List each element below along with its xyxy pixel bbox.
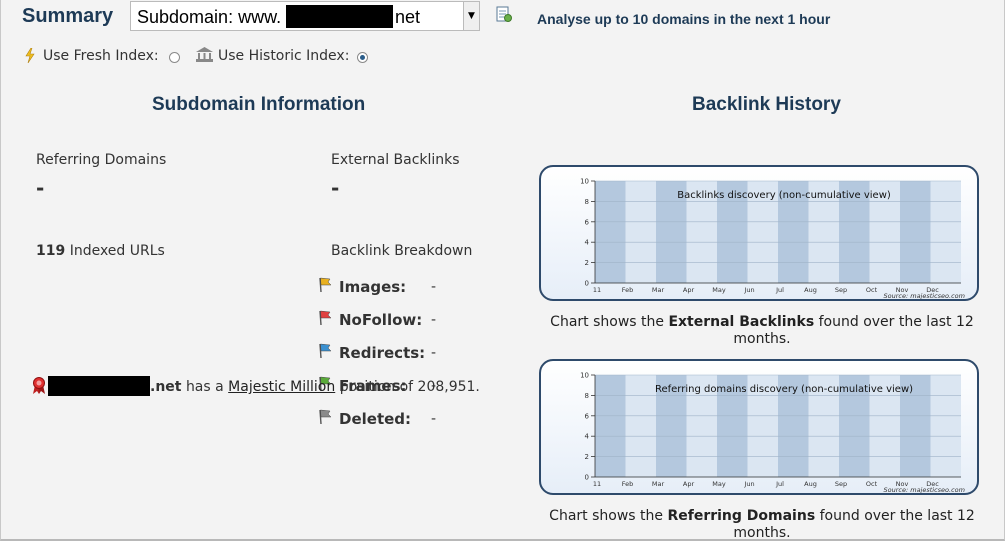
breakdown-value: -	[431, 279, 437, 295]
x-tick-label: Jul	[775, 480, 784, 488]
y-tick-label: 6	[585, 218, 590, 226]
majestic-million-link[interactable]: Majestic Million	[228, 379, 335, 395]
chevron-down-icon[interactable]: ▼	[463, 2, 479, 30]
x-tick-label: May	[712, 480, 726, 488]
x-tick-label: Feb	[622, 480, 634, 488]
y-tick-label: 2	[585, 259, 589, 267]
x-tick-label: Oct	[866, 480, 878, 488]
y-tick-label: 6	[585, 412, 590, 420]
redacted-domain	[48, 376, 150, 396]
historic-index-label: Use Historic Index:	[218, 48, 350, 64]
majestic-text-after: position of 208,951.	[339, 379, 480, 395]
y-tick-label: 8	[585, 198, 589, 206]
indexed-urls-count: 119	[36, 243, 66, 259]
caption-bold: Referring Domains	[667, 508, 816, 524]
x-tick-label: Jul	[775, 286, 784, 294]
breakdown-label: Images:	[339, 278, 407, 296]
x-tick-label: Aug	[804, 286, 817, 294]
x-tick-label: Jun	[743, 286, 754, 294]
x-tick-label: Mar	[652, 480, 665, 488]
subdomain-select-prefix: Subdomain: www.	[137, 7, 282, 27]
breakdown-value: -	[431, 411, 437, 427]
y-tick-label: 2	[585, 453, 589, 461]
indexed-urls: 119 Indexed URLs	[36, 243, 165, 259]
award-ribbon-icon	[33, 377, 45, 394]
breakdown-value: -	[431, 345, 437, 361]
backlink-history-heading: Backlink History	[692, 94, 841, 115]
caption-bold: External Backlinks	[668, 314, 815, 330]
y-tick-label: 0	[585, 280, 589, 288]
x-tick-label: Sep	[835, 480, 847, 488]
historic-index-radio[interactable]	[357, 52, 368, 63]
chart-source: Source: majesticseo.com	[884, 292, 965, 299]
x-tick-label: Jun	[743, 480, 754, 488]
subdomain-info-heading: Subdomain Information	[152, 94, 366, 115]
x-tick-label: May	[712, 286, 726, 294]
x-tick-label: Oct	[866, 286, 878, 294]
y-tick-label: 10	[580, 178, 589, 186]
breakdown-label: NoFollow:	[339, 311, 423, 329]
referring-domains-chart: 0 2 4 6 8 10 11 Feb Mar Apr May Jun Jul Aug Sep Oct Nov D…	[539, 359, 979, 495]
x-tick-label: Feb	[622, 286, 634, 294]
chart-column-band	[595, 181, 626, 283]
breakdown-label: Redirects:	[339, 344, 426, 362]
chart-column-band	[625, 181, 656, 283]
fresh-index-label: Use Fresh Index:	[43, 48, 159, 64]
x-tick-label: Aug	[804, 480, 817, 488]
lightning-icon	[25, 48, 35, 63]
caption-pre: Chart shows the	[550, 314, 664, 330]
external-backlinks-value: -	[331, 176, 340, 200]
majestic-text-before: has a	[185, 379, 224, 395]
chart-column-band	[930, 375, 961, 477]
referring-domains-label: Referring Domains	[36, 152, 167, 168]
chart-source: Source: majesticseo.com	[884, 486, 965, 493]
majestic-domain-suffix: .net	[150, 379, 182, 395]
referring-domains-chart-caption: Chart shows the Referring Domains found …	[538, 508, 986, 541]
backlinks-chart-svg: 024681011 Feb Mar Apr May Jun Jul Aug Sep Oct Nov D…	[580, 178, 965, 300]
x-tick-label: 11	[593, 286, 601, 294]
chart-title: Referring domains discovery (non-cumulat…	[655, 384, 913, 395]
chart-column-band	[595, 375, 626, 477]
x-tick-label: Sep	[835, 286, 847, 294]
x-tick-label: 11	[593, 480, 601, 488]
referring-domains-value: -	[36, 176, 45, 200]
subdomain-select[interactable]: Subdomain: www. net ▼	[130, 1, 480, 31]
y-tick-label: 8	[585, 392, 589, 400]
y-tick-label: 4	[585, 239, 590, 247]
chart-title: Backlinks discovery (non-cumulative view…	[677, 190, 891, 201]
analyse-limit-text: Analyse up to 10 domains in the next 1 h…	[537, 11, 831, 27]
breakdown-value: -	[431, 312, 437, 328]
x-tick-label: Apr	[683, 480, 695, 488]
x-tick-label: Apr	[683, 286, 695, 294]
page-title: Summary	[22, 5, 114, 27]
y-tick-label: 0	[585, 474, 589, 482]
report-icon[interactable]	[496, 6, 512, 23]
backlinks-chart: 0 2 4 6 8 10 11 Feb Mar Apr May Jun Jul Aug Sep Oct Nov D…	[539, 165, 979, 301]
flag-blue-icon	[319, 343, 332, 359]
caption-pre: Chart shows the	[549, 508, 663, 524]
y-tick-label: 4	[585, 433, 590, 441]
chart-column-band	[625, 375, 656, 477]
fresh-index-radio[interactable]	[169, 52, 180, 63]
majestic-million-line: .net has a Majestic Million position of …	[150, 379, 480, 395]
indexed-urls-label: Indexed URLs	[69, 243, 165, 259]
chart-column-band	[900, 181, 931, 283]
flag-yellow-icon	[319, 277, 332, 293]
bank-building-icon	[196, 47, 213, 62]
y-tick-label: 10	[580, 372, 589, 380]
referring-domains-chart-svg: 024681011 Feb Mar Apr May Jun Jul Aug Sep Oct Nov D…	[580, 372, 965, 494]
breakdown-label: Deleted:	[339, 410, 412, 428]
backlink-breakdown-label: Backlink Breakdown	[331, 243, 473, 259]
external-backlinks-label: External Backlinks	[331, 152, 460, 168]
backlinks-chart-caption: Chart shows the External Backlinks found…	[538, 314, 986, 348]
subdomain-select-suffix: net	[395, 7, 421, 27]
chart-column-band	[930, 181, 961, 283]
redacted-domain	[286, 5, 393, 28]
x-tick-label: Mar	[652, 286, 665, 294]
flag-red-icon	[319, 310, 332, 326]
flag-grey-icon	[319, 409, 332, 425]
